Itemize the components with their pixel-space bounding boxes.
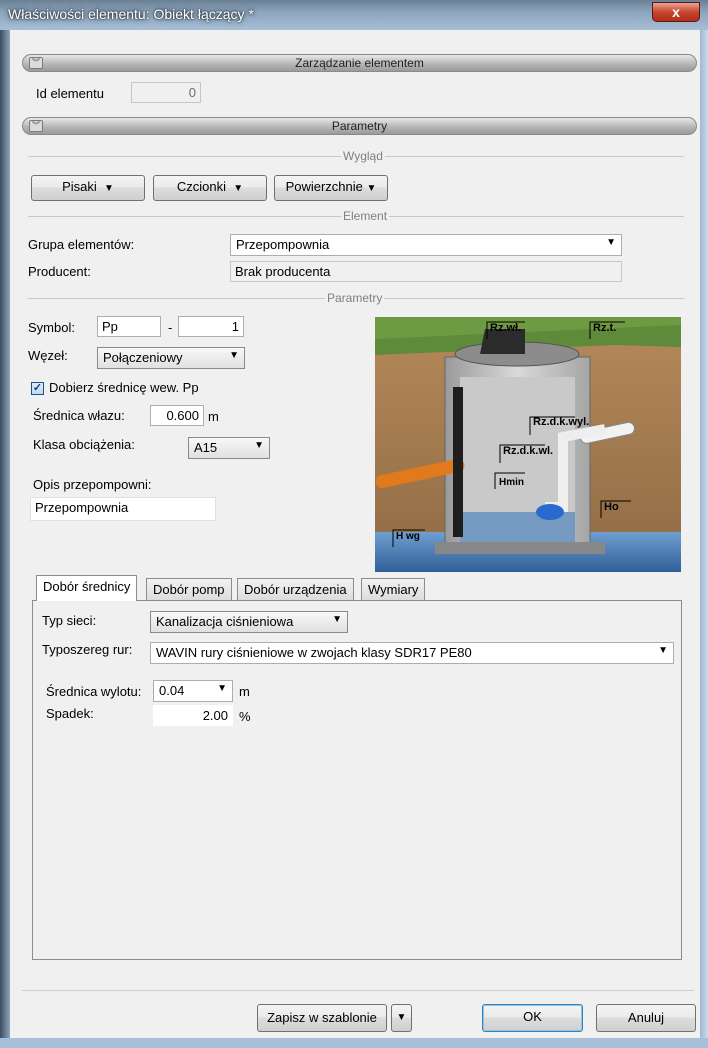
dropdown-arrow-icon: ▼ — [396, 1012, 407, 1023]
pens-button[interactable]: Pisaki ▼ — [31, 175, 145, 201]
cancel-button[interactable]: Anuluj — [596, 1004, 696, 1032]
manhole-diameter-field[interactable]: 0.600 — [150, 405, 204, 426]
slope-unit: % — [239, 709, 251, 724]
title-bar[interactable]: Właściwości elementu: Obiekt łączący * x — [0, 0, 708, 30]
window-border-right — [700, 30, 708, 1048]
load-class-select[interactable]: A15 ▼ — [188, 437, 270, 459]
outlet-diameter-unit: m — [239, 684, 250, 699]
load-class-label: Klasa obciążenia: — [33, 437, 135, 452]
save-template-label: Zapisz w szablonie — [267, 1010, 377, 1025]
producer-field[interactable]: Brak producenta — [230, 261, 622, 282]
dropdown-arrow-icon: ▼ — [332, 614, 342, 625]
manhole-diameter-unit: m — [208, 409, 219, 424]
tab-label: Dobór pomp — [153, 582, 225, 597]
tab-device-selection[interactable]: Dobór urządzenia — [237, 578, 354, 600]
label-rz-dk-wyl: Rz.d.k.wyl. — [533, 416, 589, 428]
dropdown-arrow-icon: ▼ — [366, 183, 377, 194]
label-rz-t: Rz.t. — [593, 322, 616, 334]
auto-diameter-checkbox[interactable]: ✓ — [31, 382, 44, 395]
footer-separator — [22, 990, 694, 991]
dropdown-arrow-icon: ▼ — [229, 350, 239, 361]
description-field[interactable]: Przepompownia — [30, 497, 216, 521]
collapse-icon[interactable]: ︾ — [29, 57, 43, 69]
window-title: Właściwości elementu: Obiekt łączący * — [8, 6, 254, 22]
symbol-dash: - — [168, 320, 173, 335]
tab-pump-selection[interactable]: Dobór pomp — [146, 578, 232, 600]
dropdown-arrow-icon: ▼ — [104, 183, 114, 194]
label-ho: Ho — [604, 501, 619, 513]
outlet-diameter-label: Średnica wylotu: — [46, 684, 142, 699]
tab-diameter-selection[interactable]: Dobór średnicy — [36, 575, 138, 601]
dropdown-arrow-icon: ▼ — [254, 440, 264, 451]
appearance-group-label: Wygląd — [341, 149, 385, 163]
symbol-number-field[interactable]: 1 — [178, 316, 244, 337]
label-rz-dk-wl: Rz.d.k.wl. — [503, 445, 553, 457]
close-icon: x — [672, 4, 680, 20]
surfaces-label: Powierzchnie — [285, 179, 363, 194]
ok-button[interactable]: OK — [482, 1004, 583, 1032]
tab-label: Wymiary — [368, 582, 419, 597]
close-button[interactable]: x — [652, 2, 700, 22]
outlet-diameter-value: 0.04 — [159, 683, 185, 698]
dropdown-arrow-icon: ▼ — [658, 645, 668, 656]
dropdown-arrow-icon: ▼ — [217, 683, 227, 694]
save-template-menu-button[interactable]: ▼ — [391, 1004, 412, 1032]
tab-dimensions[interactable]: Wymiary — [361, 578, 426, 600]
label-rz-wl: Rz.wł. — [490, 322, 521, 334]
section-header-management[interactable]: ︾ Zarządzanie elementem — [22, 54, 697, 72]
producer-label: Producent: — [28, 264, 91, 279]
collapse-icon[interactable]: ︾ — [29, 120, 43, 132]
element-group-label: Element — [341, 209, 390, 223]
node-select[interactable]: Połączeniowy ▼ — [97, 347, 245, 369]
tab-label: Dobór średnicy — [43, 579, 131, 594]
symbol-label: Symbol: — [28, 320, 75, 335]
network-type-value: Kanalizacja ciśnieniowa — [156, 614, 294, 629]
pump-station-diagram: Rz.wł. Rz.t. Rz.d.k.wyl. Rz.d.k.wl. Hmin… — [375, 317, 681, 572]
element-id-label: Id elementu — [36, 86, 104, 101]
tab-label: Dobór urządzenia — [244, 582, 347, 597]
section-title: Zarządzanie elementem — [295, 56, 424, 70]
parameters-group-label: Parametry — [325, 291, 385, 305]
element-group-label-text: Grupa elementów: — [28, 237, 135, 252]
element-id-field[interactable]: 0 — [131, 82, 201, 103]
save-template-button[interactable]: Zapisz w szablonie — [257, 1004, 387, 1032]
section-header-parameters[interactable]: ︾ Parametry — [22, 117, 697, 135]
pump-station-illustration: Rz.wł. Rz.t. Rz.d.k.wyl. Rz.d.k.wl. Hmin… — [375, 317, 681, 572]
pipe-series-label: Typoszereg rur: — [42, 642, 133, 657]
label-h-wg: H wg — [396, 531, 420, 542]
slope-label: Spadek: — [46, 706, 94, 721]
element-group-value: Przepompownia — [236, 237, 330, 252]
symbol-prefix-field[interactable]: Pp — [97, 316, 161, 337]
section-title: Parametry — [331, 119, 388, 133]
element-group-select[interactable]: Przepompownia ▼ — [230, 234, 622, 256]
load-class-value: A15 — [194, 440, 218, 455]
network-type-select[interactable]: Kanalizacja ciśnieniowa ▼ — [150, 611, 348, 633]
dropdown-arrow-icon: ▼ — [606, 237, 616, 248]
fonts-label: Czcionki — [176, 179, 226, 194]
surfaces-button[interactable]: Powierzchnie ▼ — [274, 175, 388, 201]
manhole-diameter-label: Średnica włazu: — [33, 408, 125, 423]
cancel-label: Anuluj — [627, 1010, 665, 1025]
slope-field[interactable]: 2.00 — [153, 705, 233, 726]
label-hmin: Hmin — [499, 477, 524, 488]
auto-diameter-label: Dobierz średnicę wew. Pp — [49, 380, 199, 395]
network-type-label: Typ sieci: — [42, 613, 97, 628]
outlet-diameter-select[interactable]: 0.04 ▼ — [153, 680, 233, 702]
node-label: Węzeł: — [28, 348, 68, 363]
node-value: Połączeniowy — [103, 350, 183, 365]
window-border-left — [0, 30, 10, 1048]
pipe-series-value: WAVIN rury ciśnieniowe w zwojach klasy S… — [156, 645, 472, 660]
window-border-bottom — [0, 1038, 708, 1048]
ok-label: OK — [523, 1009, 542, 1024]
fonts-button[interactable]: Czcionki ▼ — [153, 175, 267, 201]
pens-label: Pisaki — [62, 179, 97, 194]
description-label: Opis przepompowni: — [33, 477, 152, 492]
dropdown-arrow-icon: ▼ — [233, 183, 244, 194]
pipe-series-select[interactable]: WAVIN rury ciśnieniowe w zwojach klasy S… — [150, 642, 674, 664]
